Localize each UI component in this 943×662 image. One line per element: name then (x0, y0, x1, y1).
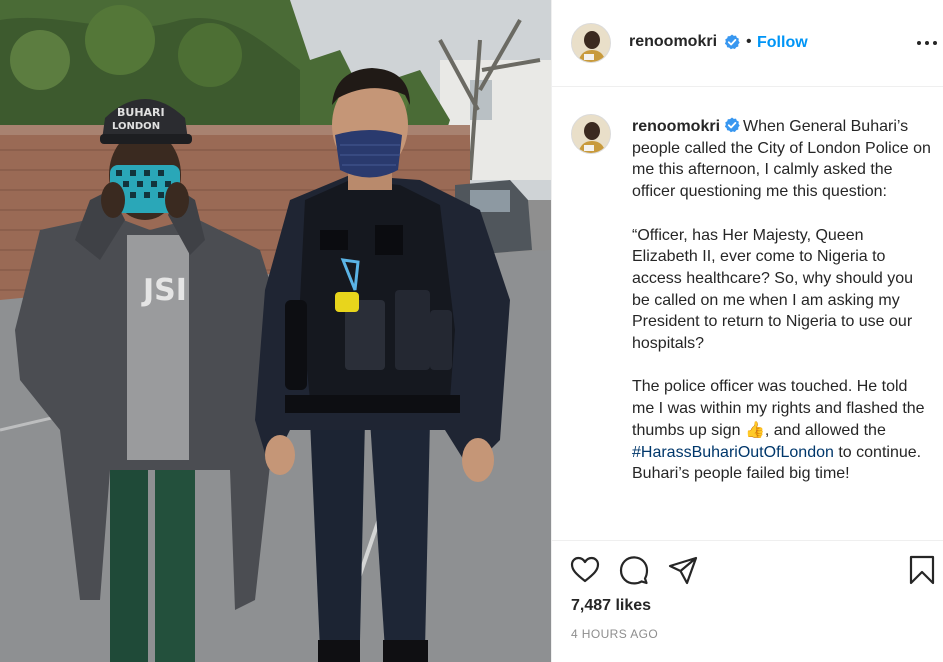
more-options-icon[interactable] (915, 33, 939, 53)
caption-section: renoomokri When General Buhari’s people … (552, 88, 943, 540)
hashtag-link[interactable]: #HarassBuhariOutOfLondon (632, 444, 834, 461)
post-actions: 7,487 likes 4 HOURS AGO (552, 540, 943, 662)
post-image[interactable]: JSI BUHARI LONDON (0, 0, 551, 662)
follow-button[interactable]: Follow (757, 34, 808, 52)
comment-icon[interactable] (619, 555, 649, 585)
caption-paragraph-3a: The police officer was touched. He told … (632, 378, 925, 439)
caption-username[interactable]: renoomokri (632, 118, 720, 135)
post-timestamp[interactable]: 4 HOURS AGO (571, 627, 658, 641)
svg-text:JSI: JSI (141, 273, 187, 308)
post-photo: JSI BUHARI LONDON (0, 0, 551, 662)
svg-text:BUHARI: BUHARI (117, 106, 165, 119)
post-details-panel: renoomokri • Follow renoomokri When Gene… (551, 0, 943, 662)
avatar[interactable] (571, 23, 611, 63)
heart-icon[interactable] (570, 555, 600, 585)
separator-dot: • (746, 33, 752, 50)
bookmark-icon[interactable] (907, 555, 937, 585)
caption-avatar[interactable] (571, 114, 611, 154)
verified-badge-icon (724, 117, 740, 133)
svg-text:LONDON: LONDON (112, 121, 160, 132)
likes-count[interactable]: 7,487 likes (571, 597, 651, 615)
paper-plane-icon[interactable] (668, 555, 698, 585)
avatar-image (572, 24, 610, 62)
header-username[interactable]: renoomokri (629, 33, 717, 51)
caption-paragraph-2: “Officer, has Her Majesty, Queen Elizabe… (632, 226, 914, 353)
avatar-image (572, 115, 610, 153)
caption-text: renoomokri When General Buhari’s people … (632, 116, 932, 485)
verified-badge-icon (724, 34, 740, 50)
post-header: renoomokri • Follow (552, 0, 943, 87)
